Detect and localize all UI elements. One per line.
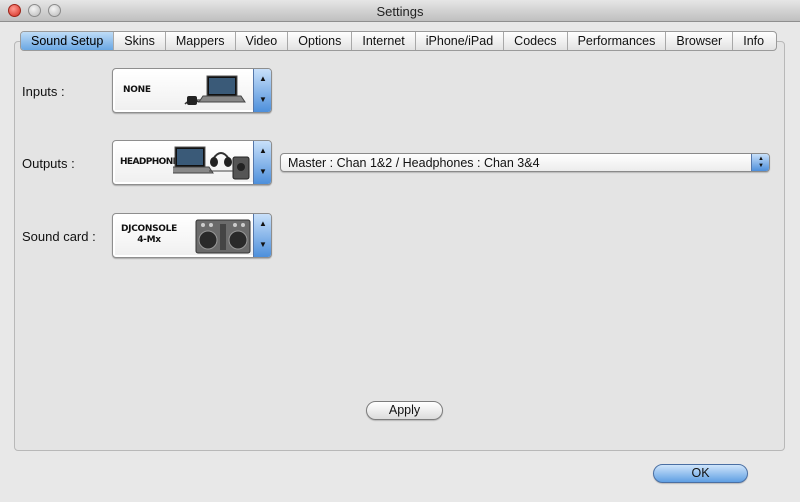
sound-card-selector[interactable]: DJCONSOLE 4-Mx ▲ ▼ <box>112 213 272 258</box>
tab-options[interactable]: Options <box>288 32 353 50</box>
sound-card-name: DJCONSOLE 4-Mx <box>121 224 177 246</box>
tab-video[interactable]: Video <box>236 32 289 50</box>
sound-card-name-line2: 4-Mx <box>137 235 161 245</box>
dj-controller-icon <box>195 219 251 254</box>
chevron-up-icon[interactable]: ▲ <box>254 74 271 83</box>
tab-performances[interactable]: Performances <box>568 32 667 50</box>
tab-internet[interactable]: Internet <box>352 32 416 50</box>
laptop-headphones-speaker-icon <box>173 146 250 180</box>
inputs-device-selector[interactable]: NONE ▲ ▼ <box>112 68 272 113</box>
chevron-down-icon[interactable]: ▼ <box>254 167 271 176</box>
tab-codecs[interactable]: Codecs <box>504 32 568 50</box>
select-arrows-icon[interactable]: ▲ ▼ <box>751 154 769 171</box>
ok-button[interactable]: OK <box>653 464 748 483</box>
inputs-stepper[interactable]: ▲ ▼ <box>253 69 271 112</box>
tab-bar: Sound Setup Skins Mappers Video Options … <box>20 31 777 51</box>
outputs-device-selector[interactable]: HEADPHONES ▲ ▼ <box>112 140 272 185</box>
sound-card-stepper[interactable]: ▲ ▼ <box>253 214 271 257</box>
chevron-down-icon[interactable]: ▼ <box>254 95 271 104</box>
inputs-device-name: NONE <box>123 85 151 95</box>
apply-button[interactable]: Apply <box>366 401 443 420</box>
output-routing-select[interactable]: Master : Chan 1&2 / Headphones : Chan 3&… <box>280 153 770 172</box>
output-routing-value: Master : Chan 1&2 / Headphones : Chan 3&… <box>288 156 540 170</box>
sound-card-label: Sound card : <box>22 229 96 244</box>
laptop-with-cable-icon <box>184 75 246 105</box>
chevron-up-icon[interactable]: ▲ <box>254 219 271 228</box>
tab-mappers[interactable]: Mappers <box>166 32 236 50</box>
tab-sound-setup[interactable]: Sound Setup <box>21 32 115 50</box>
tab-iphone-ipad[interactable]: iPhone/iPad <box>416 32 505 50</box>
inputs-label: Inputs : <box>22 84 65 99</box>
chevron-up-icon[interactable]: ▲ <box>254 146 271 155</box>
outputs-label: Outputs : <box>22 156 75 171</box>
tab-info[interactable]: Info <box>733 32 774 50</box>
sound-card-image: DJCONSOLE 4-Mx <box>115 216 253 255</box>
outputs-device-image: HEADPHONES <box>115 143 253 182</box>
inputs-device-image: NONE <box>115 71 253 110</box>
outputs-stepper[interactable]: ▲ ▼ <box>253 141 271 184</box>
chevron-down-icon[interactable]: ▼ <box>254 240 271 249</box>
sound-card-name-line1: DJCONSOLE <box>121 224 177 234</box>
tab-skins[interactable]: Skins <box>114 32 166 50</box>
window-title: Settings <box>376 4 424 19</box>
title-bar: Settings <box>0 0 800 22</box>
settings-window: Sound Setup Skins Mappers Video Options … <box>0 22 800 502</box>
tab-browser[interactable]: Browser <box>666 32 734 50</box>
